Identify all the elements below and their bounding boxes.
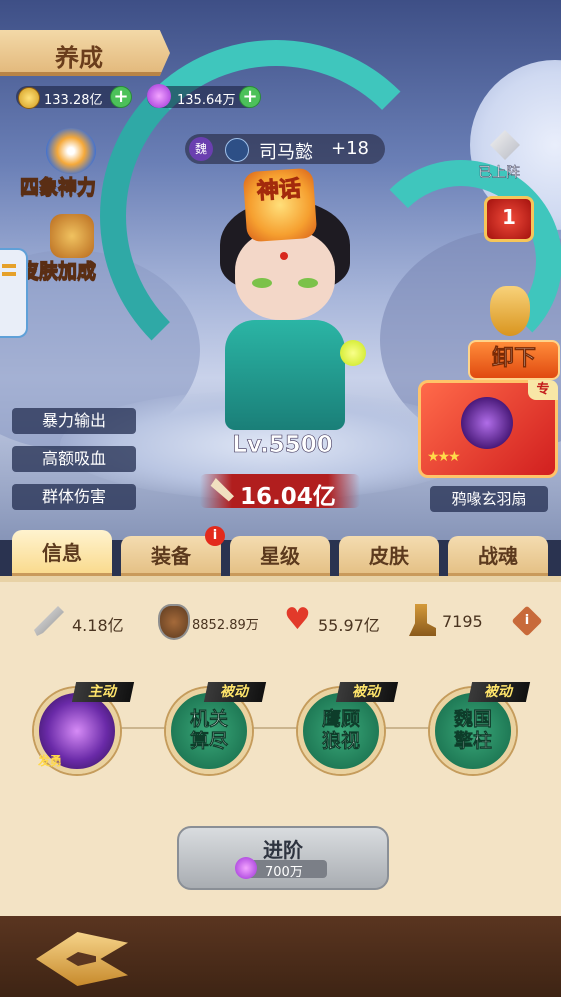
- hero-name-bar: 魏 司马懿 +18: [185, 134, 385, 164]
- power-bar: 16.04亿: [200, 474, 360, 510]
- gem-resource-bar: 135.64万 +: [147, 84, 261, 108]
- skill-type-tag: 被动: [335, 682, 399, 702]
- stats-info-button[interactable]: i: [511, 605, 543, 637]
- skill-small-label: 发勇: [38, 754, 63, 768]
- trait-tag: 暴力输出: [12, 408, 136, 434]
- skill-name: 机关 算尽: [189, 708, 229, 753]
- attack-icon: [34, 606, 64, 636]
- hero-scene: 养成 133.28亿 + 135.64万 + 四象神力 皮肤加成 暴力输出 高额…: [0, 0, 561, 540]
- tab-equipment[interactable]: 装备 i: [121, 526, 225, 576]
- four-gods-icon: [46, 128, 96, 174]
- dragon-head-illustration: [360, 160, 561, 362]
- speed-boot-icon: [409, 604, 436, 636]
- skin-icon: [50, 214, 94, 258]
- advance-cost: 700万: [265, 865, 303, 880]
- weapon-name-label: 鸦喙玄羽扇: [430, 486, 548, 512]
- faction-badge: 魏: [189, 137, 213, 161]
- hp-heart-icon: ♥: [284, 602, 311, 637]
- deployed-indicator: 已上阵: [476, 128, 536, 186]
- combat-power: 16.04亿: [240, 484, 336, 510]
- skill-passive-2[interactable]: 被动 鹰顾 狼视: [298, 682, 399, 774]
- exclusive-weapon-card[interactable]: 专 ★★★: [418, 380, 558, 478]
- add-gem-button[interactable]: +: [239, 86, 261, 108]
- hp-value: 55.97亿: [318, 616, 380, 635]
- class-icon: [225, 138, 249, 162]
- back-button[interactable]: [36, 932, 128, 986]
- skill-active[interactable]: 主动 发勇: [34, 682, 135, 774]
- tab-stars[interactable]: 星级: [230, 536, 330, 576]
- side-drawer-handle[interactable]: [0, 248, 28, 338]
- rarity-label: 神话: [256, 176, 303, 205]
- attack-value: 4.18亿: [72, 616, 124, 635]
- trait-tag: 高额吸血: [12, 446, 136, 472]
- lineup-slot-badge: 1: [484, 196, 534, 242]
- skill-name: 鹰顾 狼视: [321, 708, 361, 753]
- page-title: 养成: [55, 44, 103, 72]
- notification-badge: i: [205, 526, 225, 546]
- defense-value: 8852.89万: [192, 618, 259, 633]
- add-gold-button[interactable]: +: [110, 86, 132, 108]
- page-title-tab: 养成: [0, 30, 170, 76]
- feather-fan-icon: [461, 397, 513, 449]
- skill-passive-1[interactable]: 被动 机关 算尽: [166, 682, 267, 774]
- skill-type-tag: 主动: [71, 682, 135, 702]
- scroll-icon: [490, 286, 530, 336]
- gold-amount: 133.28亿: [44, 93, 103, 108]
- skill-type-tag: 被动: [203, 682, 267, 702]
- skill-type-tag: 被动: [467, 682, 531, 702]
- tab-info[interactable]: 信息: [12, 530, 112, 576]
- crossed-swords-icon: [490, 130, 520, 160]
- rarity-badge: 神话: [242, 167, 318, 243]
- tab-equipment-label: 装备: [151, 544, 191, 568]
- gold-resource-bar: 133.28亿 +: [16, 86, 132, 109]
- coin-icon: [18, 87, 40, 109]
- advance-button[interactable]: 进阶 700万: [177, 826, 389, 890]
- skill-name: 魏国 擎柱: [453, 708, 493, 753]
- skin-bonus-label: 皮肤加成: [19, 260, 97, 283]
- gem-amount: 135.64万: [177, 93, 236, 108]
- purple-gem-icon: [147, 84, 171, 108]
- purple-gem-icon: [235, 857, 257, 879]
- tab-war-soul[interactable]: 战魂: [448, 536, 548, 576]
- advance-cost-bar: 700万: [235, 857, 327, 880]
- four-gods-button[interactable]: 四象神力: [19, 128, 130, 200]
- defense-icon: [158, 604, 190, 640]
- skill-passive-3[interactable]: 被动 魏国 擎柱: [430, 682, 531, 774]
- hero-level: Lv.5500: [232, 432, 333, 459]
- bottom-bar: [0, 916, 561, 997]
- weapon-stars: ★★★: [427, 449, 461, 465]
- back-arrow-icon: [66, 952, 96, 966]
- deployed-label: 已上阵: [478, 165, 520, 181]
- trait-tag: 群体伤害: [12, 484, 136, 510]
- sword-icon: [210, 478, 234, 502]
- tab-skin[interactable]: 皮肤: [339, 536, 439, 576]
- advance-label: 进阶: [263, 838, 303, 862]
- skin-bonus-button[interactable]: 皮肤加成: [19, 214, 130, 286]
- unequip-button[interactable]: 卸下: [468, 340, 560, 380]
- hero-upgrade-level: +18: [331, 138, 369, 159]
- hero-name: 司马懿: [259, 142, 313, 163]
- speed-value: 7195: [442, 612, 483, 631]
- four-gods-label: 四象神力: [19, 176, 97, 199]
- exclusive-tag: 专: [528, 380, 558, 400]
